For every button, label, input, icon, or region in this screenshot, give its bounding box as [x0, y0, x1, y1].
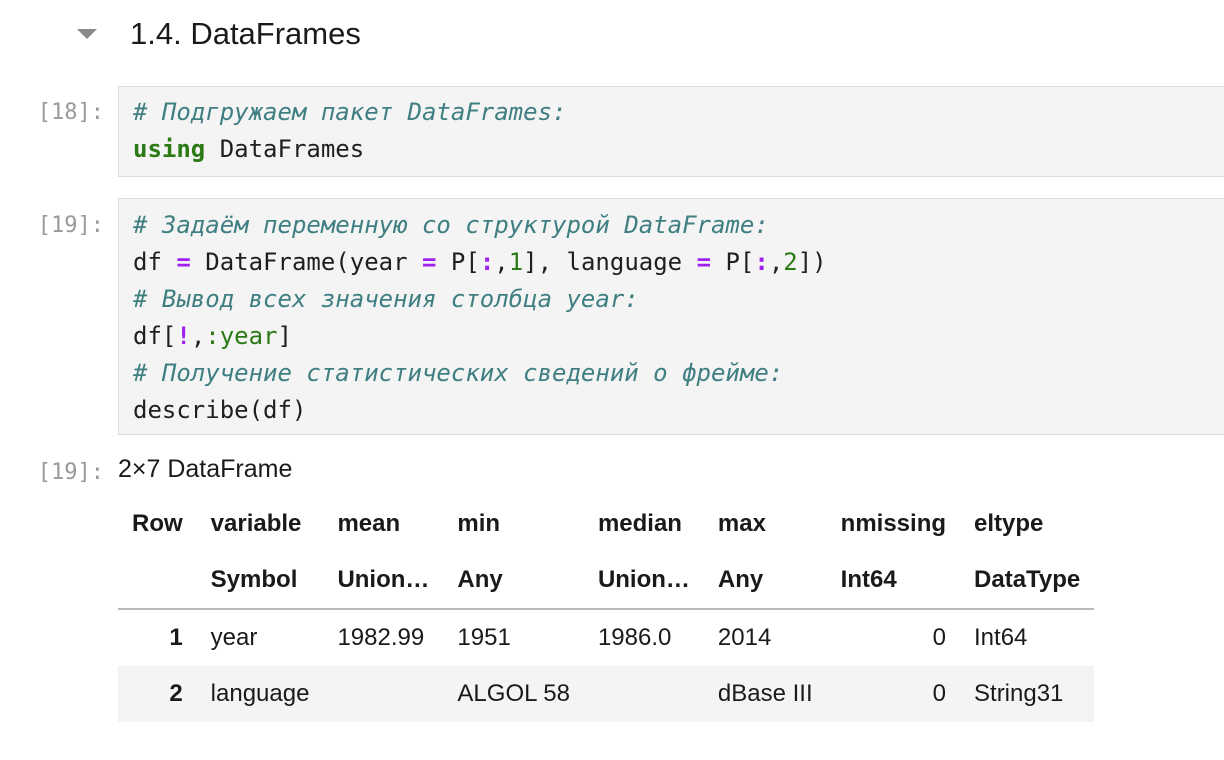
- code-line: # Получение статистических сведений о фр…: [133, 355, 1223, 392]
- table-type-row: Symbol Union… Any Union… Any Int64 DataT…: [118, 552, 1095, 610]
- code-token: describe(df): [133, 396, 307, 424]
- code-token: :year: [205, 322, 278, 350]
- column-header: max: [717, 510, 766, 537]
- section-title: 1.4. DataFrames: [130, 16, 361, 51]
- triangle-down-icon[interactable]: [76, 26, 98, 42]
- column-type: [118, 552, 197, 610]
- code-token: :: [754, 248, 769, 276]
- table-row: 1 year 1982.99 1951 1986.0 2014 0 Int64: [118, 609, 1094, 666]
- code-comment: # Получение статистических сведений о фр…: [133, 359, 784, 387]
- table-cell: Int64: [974, 624, 1028, 651]
- code-token: DataFrames: [205, 135, 365, 163]
- table-header-row: Row variable mean min median max nmissin…: [118, 496, 1094, 552]
- column-header: variable: [210, 510, 302, 537]
- code-comment: # Задаём переменную со структурой DataFr…: [133, 211, 769, 239]
- column-type: Union…: [583, 552, 704, 610]
- dataframe-summary: 2×7 DataFrame: [118, 455, 293, 483]
- code-line: # Задаём переменную со структурой DataFr…: [133, 207, 1223, 244]
- code-token: =: [176, 248, 191, 276]
- cell-prompt: [19]:: [37, 213, 104, 238]
- table-row: 2 language ALGOL 58 dBase III 0 String31: [118, 666, 1095, 722]
- table-cell: [583, 666, 704, 722]
- code-token: df: [133, 248, 177, 276]
- code-token: ]): [797, 248, 827, 276]
- code-line: # Подгружаем пакет DataFrames:: [133, 94, 1223, 131]
- column-type: Any: [443, 552, 584, 610]
- code-token: P[: [436, 248, 480, 276]
- code-comment: # Вывод всех значения столбца year:: [133, 285, 639, 313]
- table-cell: 2014: [717, 624, 772, 651]
- column-header: mean: [337, 510, 401, 537]
- section-heading: 1.4. DataFrames: [0, 0, 1224, 70]
- output-prompt: [19]:: [37, 460, 104, 485]
- column-type: Union…: [323, 552, 444, 610]
- column-header: median: [597, 510, 682, 537]
- code-token: DataFrame(year: [190, 248, 422, 276]
- code-token: =: [422, 248, 437, 276]
- column-type: Symbol: [196, 552, 324, 610]
- table-cell: ALGOL 58: [443, 666, 584, 722]
- column-header: nmissing: [840, 510, 947, 537]
- column-header: Row: [132, 510, 183, 537]
- code-token: ,: [190, 322, 206, 350]
- table-cell: 0: [932, 624, 947, 651]
- column-type: DataType: [960, 552, 1095, 610]
- code-token: =: [696, 248, 712, 276]
- table-cell: dBase III: [703, 666, 827, 722]
- code-token: ]: [277, 322, 292, 350]
- column-type: Int64: [826, 552, 961, 610]
- table-cell: language: [196, 666, 324, 722]
- code-token: df[: [133, 322, 177, 350]
- table-cell: year: [210, 624, 258, 651]
- column-header: eltype: [974, 510, 1044, 537]
- code-token: ], language: [523, 248, 697, 276]
- code-cell-input[interactable]: # Подгружаем пакет DataFrames: using Data…: [118, 86, 1224, 177]
- dataframe-table: Row variable mean min median max nmissin…: [118, 496, 1095, 722]
- column-header: min: [457, 510, 501, 537]
- code-line: # Вывод всех значения столбца year:: [133, 281, 1223, 318]
- code-line: describe(df): [133, 392, 1223, 429]
- table-cell: 1986.0: [597, 624, 672, 651]
- table-cell: 1982.99: [337, 624, 425, 651]
- table-cell: 1951: [457, 624, 511, 651]
- table-cell: [323, 666, 444, 722]
- row-number: 2: [118, 666, 197, 722]
- code-comment: # Подгружаем пакет DataFrames:: [133, 98, 567, 126]
- code-token: 1: [508, 248, 524, 276]
- table-cell: 0: [826, 666, 961, 722]
- code-cell-input[interactable]: # Задаём переменную со структурой DataFr…: [118, 198, 1224, 435]
- code-token: ,: [768, 248, 784, 276]
- code-token: !: [176, 322, 191, 350]
- column-type: Any: [703, 552, 827, 610]
- row-number: 1: [169, 624, 183, 651]
- code-line: using DataFrames: [133, 131, 1223, 168]
- cell-prompt: [18]:: [37, 100, 104, 125]
- code-token: :: [479, 248, 495, 276]
- code-token: 2: [783, 248, 798, 276]
- code-token: P[: [711, 248, 755, 276]
- code-line: df[!,:year]: [133, 318, 1223, 355]
- code-line: df = DataFrame(year = P[:,1], language =…: [133, 244, 1223, 281]
- code-token: using: [133, 135, 206, 163]
- table-cell: String31: [960, 666, 1095, 722]
- code-token: ,: [494, 248, 509, 276]
